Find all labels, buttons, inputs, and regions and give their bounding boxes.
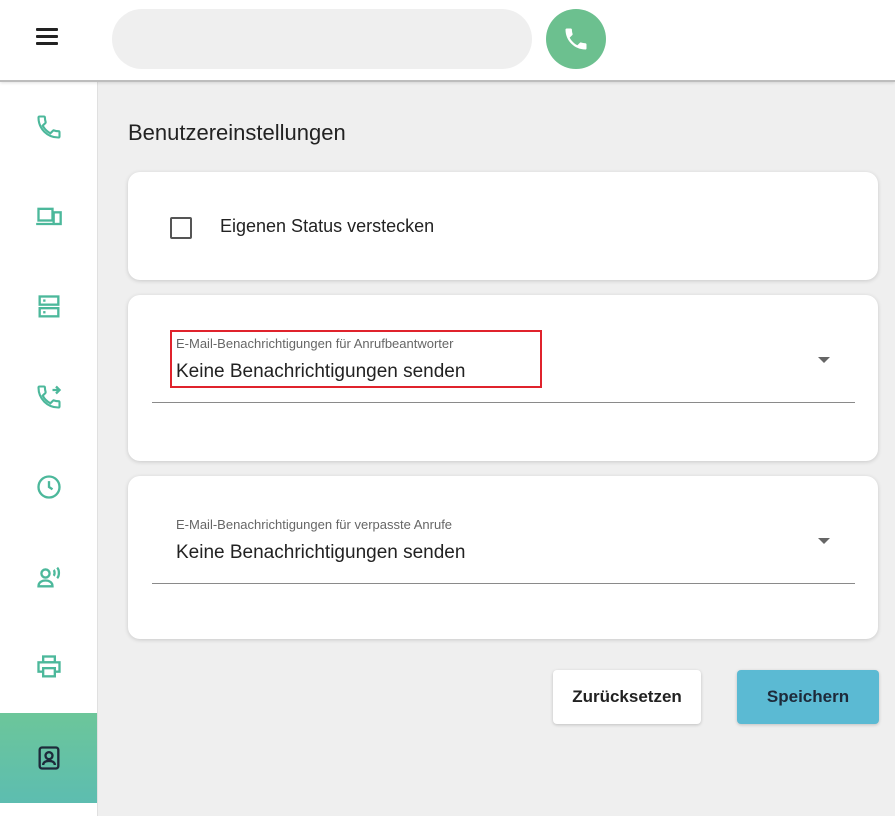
hide-status-label[interactable]: Eigenen Status verstecken <box>220 216 434 237</box>
sidebar-item-fax[interactable] <box>0 622 97 712</box>
missed-calls-notification-select[interactable] <box>152 500 855 580</box>
printer-icon <box>36 655 61 678</box>
sidebar-item-voice[interactable] <box>0 532 97 622</box>
phone-icon <box>565 28 587 50</box>
page-title: Benutzereinstellungen <box>128 120 346 145</box>
clock-icon <box>36 475 61 499</box>
sidebar-item-server[interactable] <box>0 262 97 352</box>
sidebar-item-devices[interactable] <box>0 172 97 262</box>
main-content: Benutzereinstellungen Eigenen Status ver… <box>98 82 895 816</box>
missed-calls-notification-label: E-Mail-Benachrichtigungen für verpasste … <box>176 517 453 532</box>
search-input[interactable] <box>112 9 532 69</box>
sidebar-item-history[interactable] <box>0 442 97 532</box>
reset-button[interactable]: Zurücksetzen <box>553 670 701 724</box>
call-button[interactable] <box>546 9 606 69</box>
contact-card-icon <box>38 746 59 770</box>
chevron-down-icon[interactable] <box>818 357 830 363</box>
voicemail-notification-card: E-Mail-Benachrichtigungen für Anrufbeant… <box>128 295 878 461</box>
voicemail-notification-label: E-Mail-Benachrichtigungen für Anrufbeant… <box>176 336 454 351</box>
user-voice-icon <box>36 566 60 588</box>
missed-calls-notification-card: E-Mail-Benachrichtigungen für verpasste … <box>128 476 878 639</box>
voicemail-notification-value: Keine Benachrichtigungen senden <box>176 361 466 382</box>
call-forward-icon <box>36 385 61 409</box>
sidebar-item-call-forwarding[interactable] <box>0 352 97 442</box>
sidebar <box>0 82 98 816</box>
hide-status-checkbox[interactable] <box>170 217 192 239</box>
phone-icon <box>36 115 61 139</box>
missed-calls-notification-value: Keine Benachrichtigungen senden <box>176 542 466 563</box>
devices-icon <box>35 207 62 226</box>
menu-button[interactable] <box>36 28 66 52</box>
server-icon <box>38 295 59 318</box>
select-underline <box>152 583 855 584</box>
select-underline <box>152 402 855 403</box>
sidebar-item-user-settings[interactable] <box>0 713 97 803</box>
chevron-down-icon[interactable] <box>818 538 830 544</box>
save-button[interactable]: Speichern <box>737 670 879 724</box>
status-card: Eigenen Status verstecken <box>128 172 878 280</box>
sidebar-item-calls[interactable] <box>0 82 97 172</box>
top-bar <box>0 0 895 82</box>
hamburger-icon <box>36 28 66 45</box>
